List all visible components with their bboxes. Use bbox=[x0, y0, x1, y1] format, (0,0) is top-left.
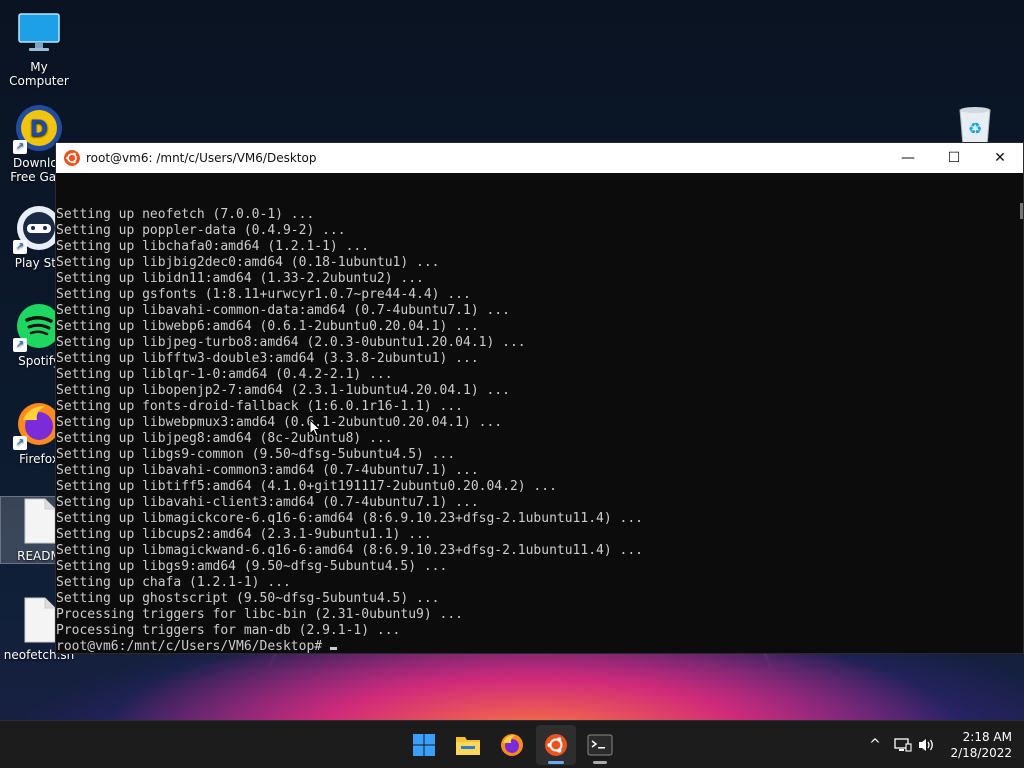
tray-overflow-chevron-icon[interactable]: ^ bbox=[864, 737, 886, 753]
terminal-output-line: Setting up libfftw3-double3:amd64 (3.3.8… bbox=[56, 351, 479, 366]
system-tray: ^ bbox=[864, 721, 936, 768]
network-icon[interactable] bbox=[894, 737, 912, 753]
maximize-button[interactable]: ☐ bbox=[931, 143, 977, 173]
terminal-output-line: Setting up libjpeg-turbo8:amd64 (2.0.3-0… bbox=[56, 335, 526, 350]
window-title: root@vm6: /mnt/c/Users/VM6/Desktop bbox=[86, 151, 317, 165]
ubuntu-icon bbox=[64, 150, 80, 166]
taskbar-terminal[interactable] bbox=[580, 725, 620, 765]
terminal-output-line: Setting up libjpeg8:amd64 (8c-2ubuntu8) … bbox=[56, 431, 393, 446]
monitor-icon bbox=[15, 8, 63, 56]
terminal-prompt: root@vm6:/mnt/c/Users/VM6/Desktop# bbox=[56, 639, 323, 654]
terminal-output-line: Processing triggers for man-db (2.9.1-1)… bbox=[56, 623, 401, 638]
windows-start-icon bbox=[413, 734, 435, 756]
shortcut-arrow-icon: ↗ bbox=[13, 140, 27, 154]
terminal-output-line: Setting up libavahi-common-data:amd64 (0… bbox=[56, 303, 510, 318]
terminal-window[interactable]: root@vm6: /mnt/c/Users/VM6/Desktop — ☐ ✕… bbox=[55, 142, 1024, 654]
firefox-icon bbox=[501, 734, 523, 756]
terminal-output-line: Setting up libchafa0:amd64 (1.2.1-1) ... bbox=[56, 239, 370, 254]
terminal-output[interactable]: Setting up neofetch (7.0.0-1) ... Setting… bbox=[56, 173, 1023, 687]
terminal-output-line: Setting up libopenjp2-7:amd64 (2.3.1-1ub… bbox=[56, 383, 510, 398]
ubuntu-icon bbox=[545, 734, 567, 756]
clock-time: 2:18 AM bbox=[962, 730, 1012, 744]
taskbar-firefox[interactable] bbox=[492, 725, 532, 765]
recycle-bin-icon: ♻ bbox=[959, 107, 991, 147]
terminal-output-line: Processing triggers for libc-bin (2.31-0… bbox=[56, 607, 463, 622]
taskbar-file-explorer[interactable] bbox=[448, 725, 488, 765]
terminal-titlebar[interactable]: root@vm6: /mnt/c/Users/VM6/Desktop — ☐ ✕ bbox=[56, 143, 1023, 173]
start-button[interactable] bbox=[404, 725, 444, 765]
taskbar-ubuntu[interactable] bbox=[536, 725, 576, 765]
terminal-output-line: Setting up libcups2:amd64 (2.3.1-9ubuntu… bbox=[56, 527, 432, 542]
close-icon: ✕ bbox=[994, 150, 1006, 166]
taskbar-clock[interactable]: 2:18 AM 2/18/2022 bbox=[950, 729, 1012, 761]
active-app-indicator bbox=[548, 761, 564, 764]
maximize-icon: ☐ bbox=[947, 150, 961, 166]
terminal-output-line: Setting up chafa (1.2.1-1) ... bbox=[56, 575, 291, 590]
terminal-output-line: Setting up neofetch (7.0.0-1) ... bbox=[56, 207, 315, 222]
svg-text:D: D bbox=[30, 117, 48, 142]
volume-icon[interactable] bbox=[918, 737, 936, 753]
terminal-output-line: Setting up libavahi-client3:amd64 (0.7-4… bbox=[56, 495, 479, 510]
scrollbar-thumb[interactable] bbox=[1020, 203, 1023, 219]
file-explorer-icon bbox=[456, 737, 480, 755]
terminal-output-line: Setting up libwebpmux3:amd64 (0.6.1-2ubu… bbox=[56, 415, 503, 430]
desktop-icon-recycle-bin[interactable]: ♻ bbox=[954, 106, 996, 147]
terminal-output-line: Setting up gsfonts (1:8.11+urwcyr1.0.7~p… bbox=[56, 287, 471, 302]
terminal-scrollbar[interactable] bbox=[1015, 173, 1023, 653]
terminal-output-line: Setting up libidn11:amd64 (1.33-2.2ubunt… bbox=[56, 271, 424, 286]
shortcut-arrow-icon: ↗ bbox=[13, 240, 27, 254]
terminal-output-line: Setting up libavahi-common3:amd64 (0.7-4… bbox=[56, 463, 479, 478]
svg-text:♻: ♻ bbox=[968, 119, 982, 138]
terminal-icon bbox=[587, 734, 613, 756]
close-button[interactable]: ✕ bbox=[977, 143, 1023, 173]
shortcut-arrow-icon: ↗ bbox=[13, 436, 27, 450]
terminal-output-line: Setting up libtiff5:amd64 (4.1.0+git1911… bbox=[56, 479, 557, 494]
terminal-output-line: Setting up libgs9:amd64 (9.50~dfsg-5ubun… bbox=[56, 559, 448, 574]
shortcut-arrow-icon: ↗ bbox=[13, 338, 27, 352]
minimize-icon: — bbox=[901, 150, 915, 166]
terminal-output-line: Setting up libmagickcore-6.q16-6:amd64 (… bbox=[56, 511, 643, 526]
terminal-output-line: Setting up libwebp6:amd64 (0.6.1-2ubuntu… bbox=[56, 319, 479, 334]
terminal-output-line: Setting up libgs9-common (9.50~dfsg-5ubu… bbox=[56, 447, 456, 462]
terminal-output-line: Setting up libjbig2dec0:amd64 (0.18-1ubu… bbox=[56, 255, 440, 270]
running-app-indicator bbox=[593, 761, 607, 764]
desktop-icon-my-computer[interactable]: My Computer bbox=[0, 8, 78, 88]
taskbar: ^ 2:18 AM 2/18/2022 bbox=[0, 720, 1024, 768]
text-cursor bbox=[330, 647, 338, 650]
terminal-output-line: Setting up libmagickwand-6.q16-6:amd64 (… bbox=[56, 543, 643, 558]
clock-date: 2/18/2022 bbox=[950, 746, 1012, 760]
desktop-icon-label: My Computer bbox=[9, 60, 69, 88]
terminal-output-line: Setting up fonts-droid-fallback (1:6.0.1… bbox=[56, 399, 463, 414]
terminal-output-line: Setting up poppler-data (0.4.9-2) ... bbox=[56, 223, 346, 238]
terminal-output-line: Setting up liblqr-1-0:amd64 (0.4.2-2.1) … bbox=[56, 367, 393, 382]
terminal-output-line: Setting up ghostscript (9.50~dfsg-5ubunt… bbox=[56, 591, 440, 606]
minimize-button[interactable]: — bbox=[885, 143, 931, 173]
terminal-prompt-line: root@vm6:/mnt/c/Users/VM6/Desktop# bbox=[56, 639, 1023, 655]
mouse-pointer-icon bbox=[309, 419, 321, 437]
